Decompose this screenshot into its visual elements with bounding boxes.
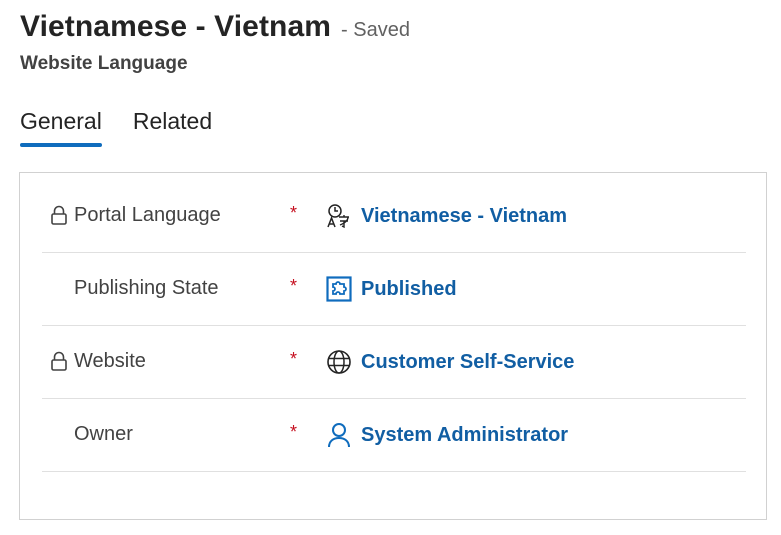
- person-icon: [326, 422, 352, 448]
- field-label: Owner: [74, 423, 133, 445]
- website-link[interactable]: Customer Self-Service: [326, 349, 574, 375]
- field-value[interactable]: Vietnamese - Vietnam: [361, 205, 567, 228]
- field-row-portal-language: Portal Language * Vietnamese - Vietnam: [42, 179, 746, 253]
- field-row-owner: Owner * System Administrator: [42, 398, 746, 472]
- tab-general[interactable]: General: [20, 104, 102, 147]
- tab-related[interactable]: Related: [133, 104, 212, 147]
- record-title: Vietnamese - Vietnam: [20, 10, 332, 43]
- required-indicator: *: [290, 422, 298, 442]
- field-label: Portal Language: [74, 204, 221, 226]
- title-row: Vietnamese - Vietnam - Saved: [20, 10, 410, 44]
- field-value[interactable]: Published: [361, 278, 457, 301]
- general-section: Portal Language * Vietnamese - Vietnam P…: [19, 172, 767, 520]
- field-value[interactable]: System Administrator: [361, 424, 568, 447]
- field-label: Website: [74, 350, 146, 372]
- portal-language-link[interactable]: Vietnamese - Vietnam: [326, 203, 567, 229]
- owner-link[interactable]: System Administrator: [326, 422, 568, 448]
- globe-icon: [326, 349, 352, 375]
- field-value[interactable]: Customer Self-Service: [361, 351, 574, 374]
- publishing-state-link[interactable]: Published: [326, 276, 457, 302]
- required-indicator: *: [290, 203, 298, 223]
- language-icon: [326, 203, 352, 229]
- publishing-state-icon: [326, 276, 352, 302]
- field-label: Publishing State: [74, 277, 219, 299]
- lock-icon: [50, 205, 68, 225]
- required-indicator: *: [290, 276, 298, 296]
- save-status: - Saved: [341, 19, 410, 41]
- field-row-publishing-state: Publishing State * Published: [42, 252, 746, 326]
- field-row-website: Website * Customer Self-Service: [42, 325, 746, 399]
- lock-icon: [50, 351, 68, 371]
- entity-name: Website Language: [20, 53, 188, 74]
- record-header: Vietnamese - Vietnam - Saved Website Lan…: [20, 10, 410, 75]
- tab-list: General Related: [20, 104, 243, 147]
- required-indicator: *: [290, 349, 298, 369]
